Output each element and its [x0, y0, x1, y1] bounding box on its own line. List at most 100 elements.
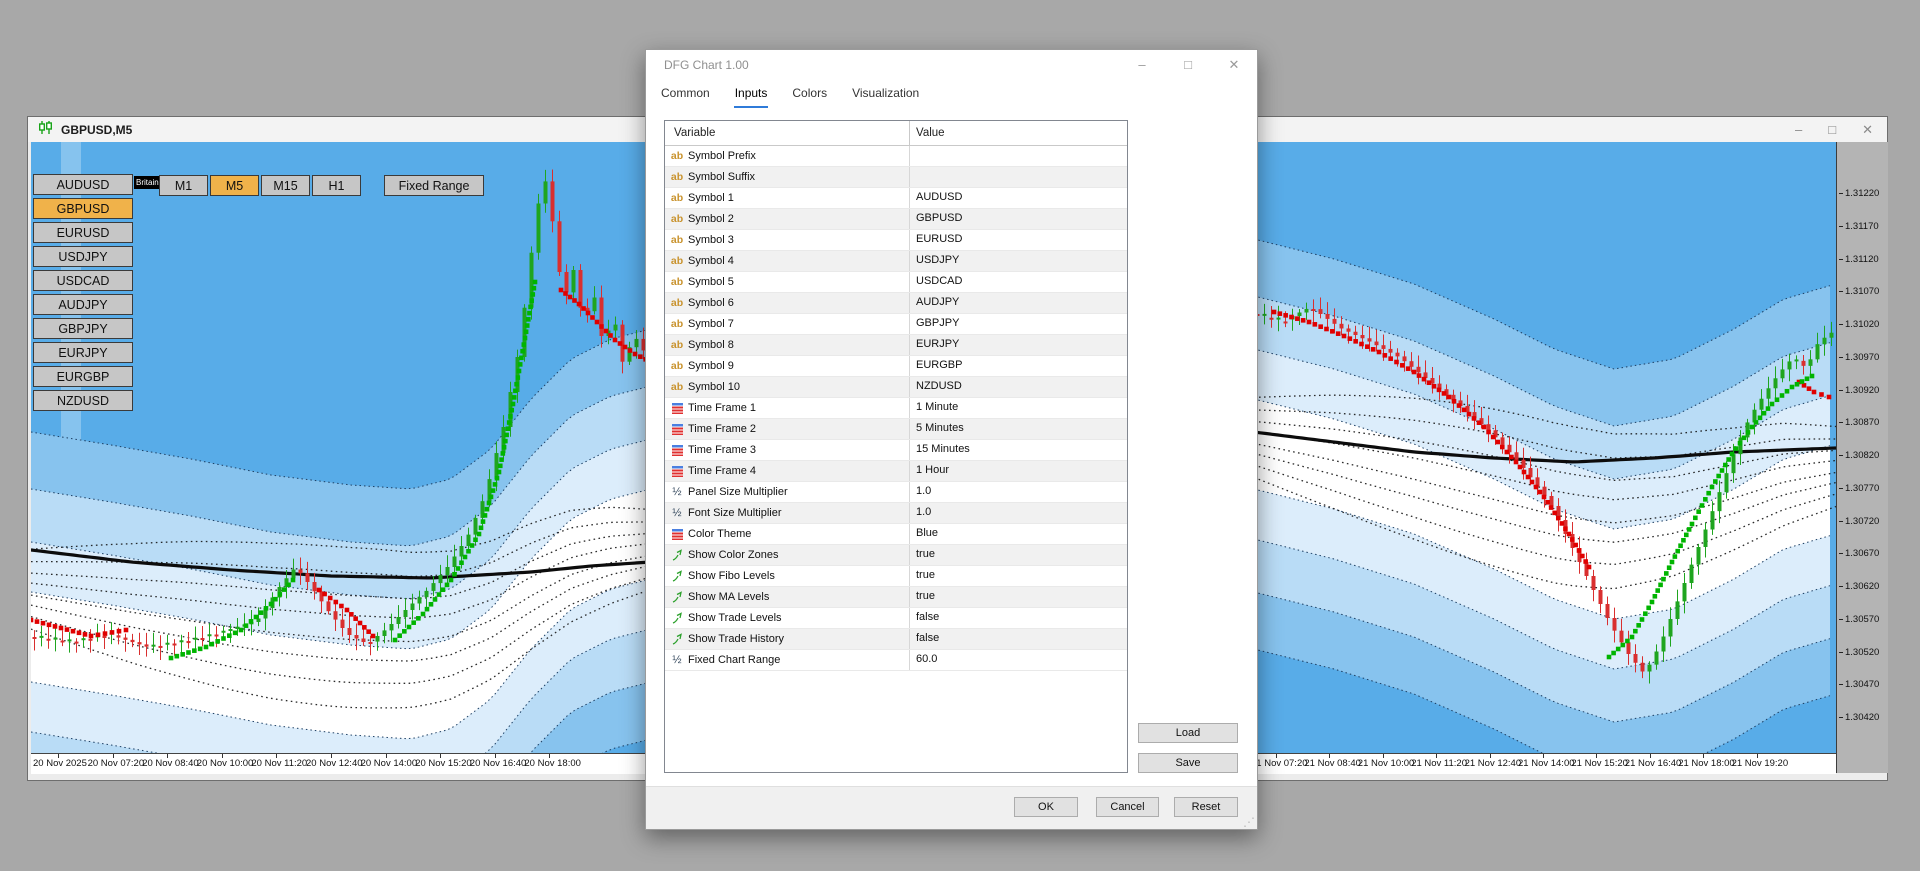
- param-row-symbol-suffix[interactable]: ab Symbol Suffix: [665, 167, 1127, 188]
- param-value[interactable]: 1.0: [910, 482, 1127, 502]
- param-value[interactable]: AUDJPY: [910, 293, 1127, 313]
- param-row-color-theme[interactable]: Color Theme Blue: [665, 524, 1127, 545]
- symbol-button-eurgbp[interactable]: EURGBP: [33, 366, 133, 387]
- timeframe-button-m15[interactable]: M15: [261, 175, 310, 196]
- param-row-symbol-9[interactable]: ab Symbol 9 EURGBP: [665, 356, 1127, 377]
- param-row-show-trade-history[interactable]: Show Trade History false: [665, 629, 1127, 650]
- symbol-button-usdjpy[interactable]: USDJPY: [33, 246, 133, 267]
- param-row-symbol-5[interactable]: ab Symbol 5 USDCAD: [665, 272, 1127, 293]
- param-value[interactable]: Blue: [910, 524, 1127, 544]
- ok-button[interactable]: OK: [1014, 797, 1078, 817]
- fixed-range-button[interactable]: Fixed Range: [384, 175, 484, 196]
- load-button[interactable]: Load: [1138, 723, 1238, 743]
- param-value[interactable]: 1 Hour: [910, 461, 1127, 481]
- param-row-symbol-8[interactable]: ab Symbol 8 EURJPY: [665, 335, 1127, 356]
- param-row-show-trade-levels[interactable]: Show Trade Levels false: [665, 608, 1127, 629]
- param-value[interactable]: 15 Minutes: [910, 440, 1127, 460]
- param-row-time-frame-4[interactable]: Time Frame 4 1 Hour: [665, 461, 1127, 482]
- string-param-icon: ab: [670, 317, 684, 330]
- param-row-fixed-chart-range[interactable]: ½ Fixed Chart Range 60.0: [665, 650, 1127, 671]
- param-row-symbol-4[interactable]: ab Symbol 4 USDJPY: [665, 251, 1127, 272]
- param-row-time-frame-3[interactable]: Time Frame 3 15 Minutes: [665, 440, 1127, 461]
- param-row-symbol-6[interactable]: ab Symbol 6 AUDJPY: [665, 293, 1127, 314]
- cancel-button[interactable]: Cancel: [1096, 797, 1159, 817]
- symbol-button-usdcad[interactable]: USDCAD: [33, 270, 133, 291]
- time-label: 20 Nov 10:00: [196, 758, 254, 769]
- string-param-icon: ab: [670, 233, 684, 246]
- param-value[interactable]: NZDUSD: [910, 377, 1127, 397]
- chart-panel-h1[interactable]: [1254, 142, 1836, 753]
- param-name: Show Color Zones: [688, 548, 779, 561]
- window-minimize-button[interactable]: –: [1795, 117, 1802, 142]
- timeframe-button-h1[interactable]: H1: [312, 175, 361, 196]
- param-value[interactable]: USDCAD: [910, 272, 1127, 292]
- param-value[interactable]: AUDUSD: [910, 188, 1127, 208]
- param-row-show-color-zones[interactable]: Show Color Zones true: [665, 545, 1127, 566]
- tab-inputs[interactable]: Inputs: [733, 82, 769, 108]
- param-name: Symbol Prefix: [688, 149, 756, 162]
- param-value[interactable]: true: [910, 566, 1127, 586]
- chart-window-title: GBPUSD,M5: [61, 122, 133, 137]
- tab-visualization[interactable]: Visualization: [851, 82, 920, 108]
- param-row-show-ma-levels[interactable]: Show MA Levels true: [665, 587, 1127, 608]
- symbol-button-gbpusd[interactable]: GBPUSD: [33, 198, 133, 219]
- bool-param-icon: [670, 569, 684, 583]
- param-value[interactable]: 1 Minute: [910, 398, 1127, 418]
- param-value[interactable]: GBPUSD: [910, 209, 1127, 229]
- param-row-symbol-3[interactable]: ab Symbol 3 EURUSD: [665, 230, 1127, 251]
- reset-button[interactable]: Reset: [1174, 797, 1238, 817]
- symbol-button-gbpjpy[interactable]: GBPJPY: [33, 318, 133, 339]
- price-label: 1.30770: [1839, 483, 1879, 494]
- param-value[interactable]: true: [910, 545, 1127, 565]
- param-value[interactable]: GBPJPY: [910, 314, 1127, 334]
- param-row-symbol-1[interactable]: ab Symbol 1 AUDUSD: [665, 188, 1127, 209]
- symbol-button-nzdusd[interactable]: NZDUSD: [33, 390, 133, 411]
- column-header-value: Value: [916, 127, 945, 139]
- symbol-button-eurjpy[interactable]: EURJPY: [33, 342, 133, 363]
- symbol-button-audjpy[interactable]: AUDJPY: [33, 294, 133, 315]
- param-value[interactable]: [910, 167, 1127, 187]
- param-value[interactable]: 60.0: [910, 650, 1127, 670]
- window-close-button[interactable]: ✕: [1862, 117, 1873, 142]
- param-row-time-frame-2[interactable]: Time Frame 2 5 Minutes: [665, 419, 1127, 440]
- param-row-time-frame-1[interactable]: Time Frame 1 1 Minute: [665, 398, 1127, 419]
- string-param-icon: ab: [670, 212, 684, 225]
- string-param-icon: ab: [670, 170, 684, 183]
- dialog-minimize-button[interactable]: –: [1119, 50, 1165, 80]
- param-name: Symbol 7: [688, 317, 734, 330]
- dialog-maximize-button[interactable]: □: [1165, 50, 1211, 80]
- param-row-symbol-prefix[interactable]: ab Symbol Prefix: [665, 146, 1127, 167]
- param-value[interactable]: true: [910, 587, 1127, 607]
- dialog-titlebar[interactable]: DFG Chart 1.00 – □ ✕: [646, 50, 1257, 80]
- param-row-symbol-7[interactable]: ab Symbol 7 GBPJPY: [665, 314, 1127, 335]
- timeframe-button-m1[interactable]: M1: [159, 175, 208, 196]
- param-value[interactable]: [910, 146, 1127, 166]
- dialog-close-button[interactable]: ✕: [1211, 50, 1257, 80]
- tab-common[interactable]: Common: [660, 82, 711, 108]
- time-label: 20 Nov 08:40: [142, 758, 199, 769]
- param-value[interactable]: EURJPY: [910, 335, 1127, 355]
- param-value[interactable]: EURUSD: [910, 230, 1127, 250]
- param-value[interactable]: EURGBP: [910, 356, 1127, 376]
- param-value[interactable]: 5 Minutes: [910, 419, 1127, 439]
- param-row-font-size-multiplier[interactable]: ½ Font Size Multiplier 1.0: [665, 503, 1127, 524]
- param-value[interactable]: USDJPY: [910, 251, 1127, 271]
- symbol-button-audusd[interactable]: AUDUSD: [33, 174, 133, 195]
- window-maximize-button[interactable]: □: [1828, 117, 1836, 142]
- price-label: 1.30670: [1839, 548, 1879, 559]
- resize-grip-icon[interactable]: ⋰: [1243, 816, 1255, 828]
- tab-colors[interactable]: Colors: [791, 82, 828, 108]
- save-button[interactable]: Save: [1138, 753, 1238, 773]
- param-row-panel-size-multiplier[interactable]: ½ Panel Size Multiplier 1.0: [665, 482, 1127, 503]
- price-axis[interactable]: 1.31220 1.31170 1.31120 1.31070 1.31020 1.309…: [1836, 142, 1888, 773]
- enum-param-icon: [670, 401, 684, 415]
- string-param-icon: ab: [670, 359, 684, 372]
- timeframe-button-m5[interactable]: M5: [210, 175, 259, 196]
- symbol-button-eurusd[interactable]: EURUSD: [33, 222, 133, 243]
- param-value[interactable]: false: [910, 608, 1127, 628]
- param-value[interactable]: false: [910, 629, 1127, 649]
- param-value[interactable]: 1.0: [910, 503, 1127, 523]
- param-row-symbol-10[interactable]: ab Symbol 10 NZDUSD: [665, 377, 1127, 398]
- param-row-show-fibo-levels[interactable]: Show Fibo Levels true: [665, 566, 1127, 587]
- param-row-symbol-2[interactable]: ab Symbol 2 GBPUSD: [665, 209, 1127, 230]
